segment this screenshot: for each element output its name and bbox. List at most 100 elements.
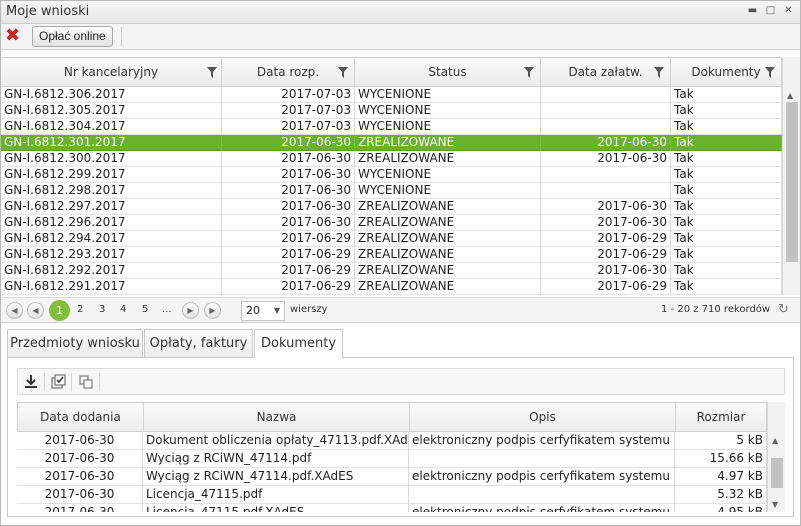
table-row[interactable]: 2017-06-30 Wyciąg z RCiWN_47114.pdf.XAdES… xyxy=(17,468,767,486)
table-row[interactable]: GN-I.6812.305.2017 2017-07-03 WYCENIONE Tak xyxy=(1,103,782,119)
scroll-thumb[interactable] xyxy=(786,102,798,262)
page-size-select[interactable]: 20 ▼ xyxy=(241,301,285,321)
cell-zal xyxy=(541,183,671,199)
cell-status: ZREALIZOWANE xyxy=(355,151,541,167)
header-status[interactable]: Status xyxy=(355,58,541,87)
table-row[interactable]: GN-I.6812.300.2017 2017-06-30 ZREALIZOWANE… xyxy=(1,151,782,167)
filter-icon[interactable] xyxy=(765,67,775,78)
filter-icon[interactable] xyxy=(654,67,664,78)
header-data-rozp[interactable]: Data rozp. xyxy=(222,58,355,87)
cell-opis: elektroniczny podpis cerfyfikatem system… xyxy=(409,468,675,486)
documents-scrollbar[interactable]: ▲ ▼ xyxy=(767,402,785,512)
cell-data: 2017-06-30 xyxy=(17,432,143,450)
cell-zal: 2017-06-29 xyxy=(541,279,671,295)
maximize-icon[interactable]: □ xyxy=(765,5,776,17)
page-current[interactable]: 1 xyxy=(49,300,70,321)
cell-zal: 2017-06-29 xyxy=(541,231,671,247)
table-row[interactable]: 2017-06-30 Licencja_47115.pdf 5.32 kB xyxy=(17,486,767,504)
copy-icon[interactable] xyxy=(76,372,96,392)
header-data-dodania[interactable]: Data dodania xyxy=(18,403,144,431)
filter-icon[interactable] xyxy=(207,67,217,78)
table-row[interactable]: GN-I.6812.291.2017 2017-06-29 ZREALIZOWANE… xyxy=(1,279,782,295)
cell-dok: Tak xyxy=(671,215,782,231)
cell-data: 2017-06-29 xyxy=(222,263,355,279)
table-row[interactable]: GN-I.6812.296.2017 2017-06-30 ZREALIZOWANE… xyxy=(1,215,782,231)
cell-status: ZREALIZOWANE xyxy=(355,199,541,215)
tab-dokumenty[interactable]: Dokumenty xyxy=(254,329,343,358)
header-nazwa[interactable]: Nazwa xyxy=(144,403,410,431)
tab-oplaty-faktury[interactable]: Opłaty, faktury xyxy=(144,329,253,357)
last-page-icon[interactable]: ▶ xyxy=(204,302,221,319)
table-row[interactable]: GN-I.6812.304.2017 2017-07-03 WYCENIONE Tak xyxy=(1,119,782,135)
page-link[interactable]: 3 xyxy=(99,304,105,315)
cell-nr: GN-I.6812.300.2017 xyxy=(1,151,222,167)
scroll-up-icon[interactable]: ▲ xyxy=(787,91,793,100)
pay-online-button[interactable]: Opłać online xyxy=(32,26,113,47)
cell-nr: GN-I.6812.296.2017 xyxy=(1,215,222,231)
page-link[interactable]: ... xyxy=(162,304,172,315)
header-rozmiar[interactable]: Rozmiar xyxy=(676,403,767,431)
refresh-icon[interactable]: ↻ xyxy=(778,302,794,318)
tab-przedmioty-wniosku[interactable]: Przedmioty wniosku xyxy=(7,329,143,357)
delete-icon[interactable]: ✖ xyxy=(5,26,20,46)
cell-nr: GN-I.6812.294.2017 xyxy=(1,231,222,247)
filter-icon[interactable] xyxy=(524,67,534,78)
cell-zal xyxy=(541,167,671,183)
cell-nr: GN-I.6812.293.2017 xyxy=(1,247,222,263)
cell-opis: elektroniczny podpis cerfyfikatem system… xyxy=(409,504,675,512)
cell-data: 2017-07-03 xyxy=(222,87,355,103)
table-row[interactable]: 2017-06-30 Dokument obliczenia opłaty_471… xyxy=(17,432,767,450)
cell-data: 2017-06-30 xyxy=(17,486,143,504)
header-label: Data załatw. xyxy=(568,65,643,79)
cell-nr: GN-I.6812.304.2017 xyxy=(1,119,222,135)
prev-page-icon[interactable]: ◀ xyxy=(27,302,44,319)
table-row[interactable]: GN-I.6812.299.2017 2017-06-30 WYCENIONE Tak xyxy=(1,167,782,183)
window-controls: ▬ □ ✕ xyxy=(747,5,794,17)
first-page-icon[interactable]: ◀ xyxy=(6,302,23,319)
cell-status: WYCENIONE xyxy=(355,183,541,199)
table-row[interactable]: GN-I.6812.301.2017 2017-06-30 ZREALIZOWANE… xyxy=(1,135,782,151)
cell-data: 2017-06-30 xyxy=(222,199,355,215)
table-row[interactable]: 2017-06-30 Licencja_47115.pdf.XAdES elektr… xyxy=(17,504,767,512)
cell-status: ZREALIZOWANE xyxy=(355,135,541,151)
table-row[interactable]: GN-I.6812.298.2017 2017-06-30 WYCENIONE Tak xyxy=(1,183,782,199)
table-row[interactable]: GN-I.6812.306.2017 2017-07-03 WYCENIONE Tak xyxy=(1,87,782,103)
requests-grid: Nr kancelaryjny Data rozp. Status Data z… xyxy=(1,57,800,297)
grid-header: Nr kancelaryjny Data rozp. Status Data z… xyxy=(1,57,782,87)
cell-zal: 2017-06-30 xyxy=(541,263,671,279)
scroll-up-icon[interactable]: ▲ xyxy=(772,436,778,445)
filter-icon[interactable] xyxy=(338,67,348,78)
close-icon[interactable]: ✕ xyxy=(783,5,794,17)
header-dokumenty[interactable]: Dokumenty xyxy=(671,58,782,87)
table-row[interactable]: GN-I.6812.292.2017 2017-06-29 ZREALIZOWANE… xyxy=(1,263,782,279)
cell-dok: Tak xyxy=(671,135,782,151)
page-link[interactable]: 5 xyxy=(142,304,148,315)
table-row[interactable]: 2017-06-30 Wyciąg z RCiWN_47114.pdf 15.66 … xyxy=(17,450,767,468)
cell-nazwa: Licencja_47115.pdf.XAdES xyxy=(143,504,409,512)
cell-opis xyxy=(409,450,675,468)
select-all-icon[interactable] xyxy=(48,372,68,392)
header-opis[interactable]: Opis xyxy=(410,403,676,431)
table-row[interactable]: GN-I.6812.293.2017 2017-06-29 ZREALIZOWANE… xyxy=(1,247,782,263)
pager: ◀ ◀ 1 2 3 4 5 ... ▶ ▶ 20 ▼ wierszy 1 - 2… xyxy=(1,297,800,323)
page-link[interactable]: 4 xyxy=(120,304,126,315)
grid-scrollbar[interactable]: ▲ xyxy=(782,57,800,295)
scroll-down-icon[interactable]: ▼ xyxy=(772,500,778,509)
cell-dok: Tak xyxy=(671,183,782,199)
documents-toolbar xyxy=(17,368,785,395)
scroll-thumb[interactable] xyxy=(771,458,783,488)
cell-nr: GN-I.6812.301.2017 xyxy=(1,135,222,151)
minimize-icon[interactable]: ▬ xyxy=(747,5,758,17)
cell-status: ZREALIZOWANE xyxy=(355,215,541,231)
next-page-icon[interactable]: ▶ xyxy=(182,302,199,319)
page-link[interactable]: 2 xyxy=(77,304,83,315)
header-data-zalatw[interactable]: Data załatw. xyxy=(541,58,671,87)
table-row[interactable]: GN-I.6812.294.2017 2017-06-29 ZREALIZOWANE… xyxy=(1,231,782,247)
table-row[interactable]: GN-I.6812.297.2017 2017-06-30 ZREALIZOWANE… xyxy=(1,199,782,215)
download-icon[interactable] xyxy=(21,372,41,392)
header-label: Nr kancelaryjny xyxy=(63,65,159,79)
cell-dok: Tak xyxy=(671,231,782,247)
cell-status: ZREALIZOWANE xyxy=(355,279,541,295)
header-nr-kancelaryjny[interactable]: Nr kancelaryjny xyxy=(1,58,222,87)
cell-nr: GN-I.6812.297.2017 xyxy=(1,199,222,215)
